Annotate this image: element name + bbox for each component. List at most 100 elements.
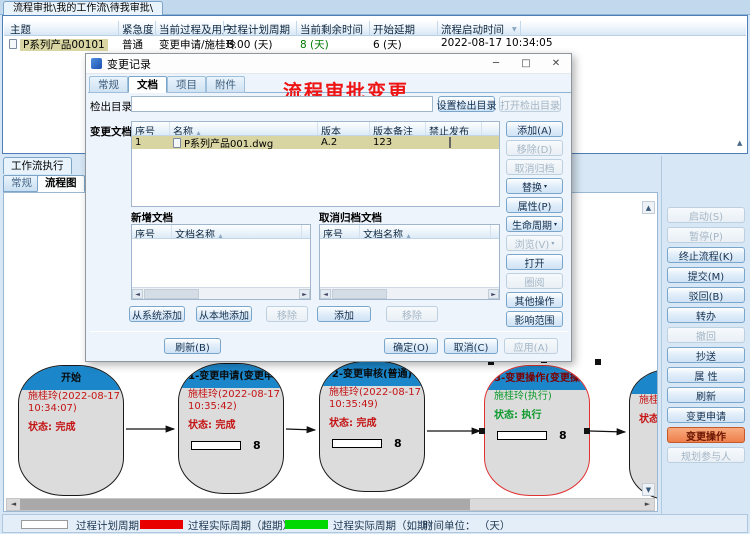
col-remaining[interactable]: 当前剩余时间 [300,22,363,37]
scroll-left-icon[interactable]: ◄ [7,499,20,510]
scrollbar-thumb[interactable] [332,289,387,299]
refresh-button[interactable]: 刷新(B) [164,338,221,354]
add-button[interactable]: 添加(A) [506,121,563,137]
scroll-right-icon[interactable]: ► [641,499,654,510]
remove-new-doc-button[interactable]: 移除 [266,306,308,322]
col-no[interactable]: 序号 [132,225,172,238]
workflow-node-next[interactable]: 施桂玲 状态: [629,369,658,500]
reject-button[interactable]: 驳回(B) [667,287,745,303]
transfer-button[interactable]: 转办 [667,307,745,323]
horizontal-scrollbar[interactable]: ◄ ► [132,287,310,299]
tab-projects[interactable]: 项目 [167,76,206,93]
properties-button[interactable]: 属性(P) [506,197,563,213]
review-button[interactable]: 圈阅 [506,273,563,289]
replace-button[interactable]: 替换▾ [506,178,563,194]
dropdown-arrow-icon: ▾ [551,240,554,247]
add-from-local-button[interactable]: 从本地添加 [196,306,252,322]
scroll-right-icon[interactable]: ► [488,289,499,299]
change-request-button[interactable]: 变更申请 [667,407,745,423]
legend-bar: 过程计划周期 过程实际周期（超期） 过程实际周期（如期） 时间单位： （天） [2,514,748,533]
col-urgency[interactable]: 紧急度 [122,22,154,37]
cancel-button[interactable]: 取消(C) [444,338,498,354]
maximize-icon[interactable]: □ [511,54,541,74]
subtab-diagram[interactable]: 流程图 [37,175,85,192]
close-icon[interactable]: ✕ [541,54,571,74]
other-ops-button[interactable]: 其他操作 [506,292,563,308]
set-checkout-dir-button[interactable]: 设置检出目录 [438,96,495,112]
workflow-node-change-request[interactable]: 1-变更申请(变更申 施桂玲(2022-08-17 10:35:42) 状态: … [178,363,284,494]
horizontal-scrollbar[interactable]: ◄ ► [6,498,655,511]
workflow-node-start[interactable]: 开始 施桂玲(2022-08-17 10:34:07) 状态: 完成 [18,365,124,496]
col-subject[interactable]: 主题 [10,22,31,37]
col-note[interactable]: 版本备注 [370,122,426,135]
col-plan-period[interactable]: 过程计划周期 [227,22,290,37]
scroll-left-icon[interactable]: ◄ [132,289,143,299]
node-status: 状态: [630,406,658,425]
scrollbar-thumb[interactable] [20,499,470,510]
new-docs-table[interactable]: 序号 文档名称 ▲ ◄ ► [131,224,311,300]
open-checkout-dir-button[interactable]: 打开检出目录 [499,96,561,112]
col-version[interactable]: 版本 [318,122,370,135]
col-process-user[interactable]: 当前过程及用户 [159,22,233,37]
task-plan-period: 8.00 (天) [227,37,272,52]
tab-general[interactable]: 常规 [89,76,128,93]
tab-workflow-execution[interactable]: 工作流执行 [3,157,72,174]
scroll-up-icon[interactable]: ▲ [737,139,742,147]
properties-button[interactable]: 属 性 [667,367,745,383]
impact-scope-button[interactable]: 影响范围 [506,311,563,327]
col-start-time[interactable]: 流程启动时间 [441,22,504,37]
scroll-up-icon[interactable]: ▲ [642,201,655,214]
col-name[interactable]: 文档名称 ▲ [360,225,491,238]
forbid-publish-checkbox[interactable] [449,137,451,148]
col-delay[interactable]: 开始延期 [373,22,415,37]
start-button[interactable]: 启动(S) [667,207,745,223]
col-no[interactable]: 序号 [132,122,170,135]
subtab-general[interactable]: 常规 [3,175,40,192]
add-unarchive-button[interactable]: 添加 [317,306,371,322]
tab-attachments[interactable]: 附件 [206,76,245,93]
withdraw-button[interactable]: 撤回 [667,327,745,343]
checkout-dir-input[interactable] [131,96,433,112]
unarchive-button[interactable]: 取消归档 [506,159,563,175]
unarchive-docs-table[interactable]: 序号 文档名称 ▲ ◄ ► [319,224,500,300]
ok-button[interactable]: 确定(O) [384,338,438,354]
lifecycle-button[interactable]: 生命周期▾ [506,216,563,232]
refresh-button[interactable]: 刷新 [667,387,745,403]
task-subject[interactable]: P系列产品00101 [20,39,108,51]
apply-button[interactable]: 应用(A) [504,338,558,354]
add-from-system-button[interactable]: 从系统添加 [129,306,185,322]
scroll-left-icon[interactable]: ◄ [320,289,331,299]
col-no[interactable]: 序号 [320,225,360,238]
horizontal-scrollbar[interactable]: ◄ ► [320,287,499,299]
doc-row[interactable]: 1 P系列产品001.dwg A.2 123 [132,136,499,149]
node-title: 开始 [19,366,123,390]
remove-button[interactable]: 移除(D) [506,140,563,156]
change-docs-table[interactable]: 序号 名称 ▲ 版本 版本备注 禁止发布 1 P系列产品001.dwg A.2 … [131,121,500,207]
open-button[interactable]: 打开 [506,254,563,270]
pause-button[interactable]: 暂停(P) [667,227,745,243]
plan-participants-button[interactable]: 规划参与人 [667,447,745,463]
col-name[interactable]: 名称 ▲ [170,122,318,135]
scroll-right-icon[interactable]: ► [299,289,310,299]
workflow-node-change-review[interactable]: 2-变更审核(普通) 施桂玲(2022-08-17 10:35:49) 状态: … [319,361,425,492]
col-name[interactable]: 文档名称 ▲ [172,225,302,238]
unarchive-docs-label: 取消归档文档 [319,210,382,225]
submit-button[interactable]: 提交(M) [667,267,745,283]
workflow-node-change-operation[interactable]: 3-变更操作(变更操 施桂玲(执行) 状态: 执行 8 [484,365,590,496]
scrollbar-thumb[interactable] [144,289,199,299]
change-operation-button[interactable]: 变更操作 [667,427,745,443]
task-row[interactable]: P系列产品00101 普通 变更申请/施桂玲 8.00 (天) 8 (天) 6 … [4,37,746,51]
browse-button[interactable]: 浏览(V)▾ [506,235,563,251]
terminate-button[interactable]: 终止流程(K) [667,247,745,263]
doc-version: A.2 [318,137,370,148]
legend-ontime-swatch [285,520,328,529]
cc-button[interactable]: 抄送 [667,347,745,363]
scroll-down-icon[interactable]: ▼ [642,483,655,496]
tab-documents[interactable]: 文档 [128,76,167,93]
col-forbid[interactable]: 禁止发布 [426,122,482,135]
remove-unarchive-button[interactable]: 移除 [386,306,438,322]
minimize-icon[interactable]: ─ [481,54,511,74]
tab-pending-approval[interactable]: 流程审批\我的工作流\待我审批\ [3,1,163,15]
node-duration: 8 [559,429,567,442]
task-process-user: 变更申请/施桂玲 [159,37,236,52]
